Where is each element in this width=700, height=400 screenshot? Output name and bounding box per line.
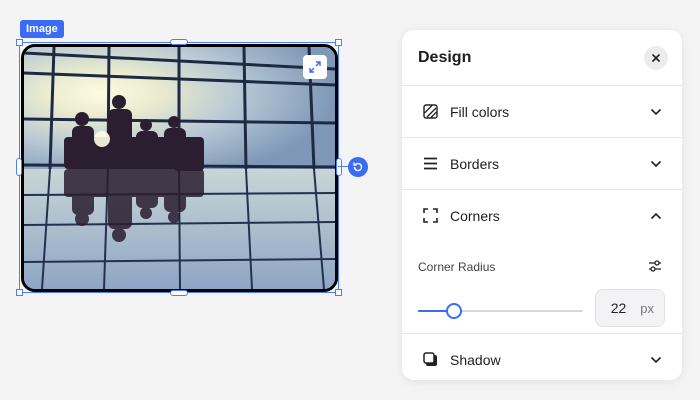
resize-handle-bottom-right[interactable] (335, 289, 342, 296)
corners-icon (422, 208, 438, 224)
design-panel: Design Fill colors Borders Corners Corne… (402, 30, 682, 380)
element-type-tag: Image (20, 20, 64, 38)
section-label: Corners (450, 207, 500, 224)
chevron-up-icon[interactable] (650, 210, 662, 222)
resize-handle-bottom[interactable] (170, 290, 188, 296)
sliders-icon[interactable] (648, 259, 662, 273)
shadow-icon (422, 352, 438, 368)
resize-handle-left[interactable] (16, 158, 22, 176)
section-corners[interactable]: Corners (402, 189, 682, 241)
section-borders[interactable]: Borders (402, 137, 682, 189)
corner-radius-label: Corner Radius (418, 260, 496, 274)
panel-title: Design (418, 48, 472, 66)
close-button[interactable] (644, 45, 668, 70)
slider-thumb[interactable] (446, 303, 463, 319)
resize-handle-bottom-left[interactable] (16, 289, 23, 296)
section-shadow[interactable]: Shadow (402, 333, 682, 380)
corner-radius-unit: px (640, 300, 654, 316)
resize-handle-top-left[interactable] (16, 39, 23, 46)
section-label: Borders (450, 155, 500, 172)
corner-radius-value: 22 (610, 300, 627, 316)
chevron-down-icon[interactable] (650, 158, 662, 170)
panel-header: Design (402, 30, 682, 85)
section-label: Shadow (450, 351, 501, 368)
selection-frame (19, 42, 339, 293)
resize-handle-right[interactable] (336, 158, 342, 176)
borders-icon (422, 156, 438, 172)
rotate-button[interactable] (348, 157, 368, 177)
chevron-down-icon[interactable] (650, 354, 662, 366)
resize-handle-top[interactable] (170, 39, 188, 45)
corner-radius-slider[interactable] (418, 303, 583, 319)
fill-colors-icon (422, 104, 438, 120)
section-fill-colors[interactable]: Fill colors (402, 85, 682, 137)
corner-radius-input[interactable]: 22 px (595, 289, 665, 327)
close-icon (651, 53, 661, 62)
resize-handle-top-right[interactable] (335, 39, 342, 46)
section-label: Fill colors (450, 103, 510, 120)
rotate-icon (353, 162, 363, 172)
corners-settings: Corner Radius 22 px (402, 241, 682, 333)
chevron-down-icon[interactable] (650, 106, 662, 118)
